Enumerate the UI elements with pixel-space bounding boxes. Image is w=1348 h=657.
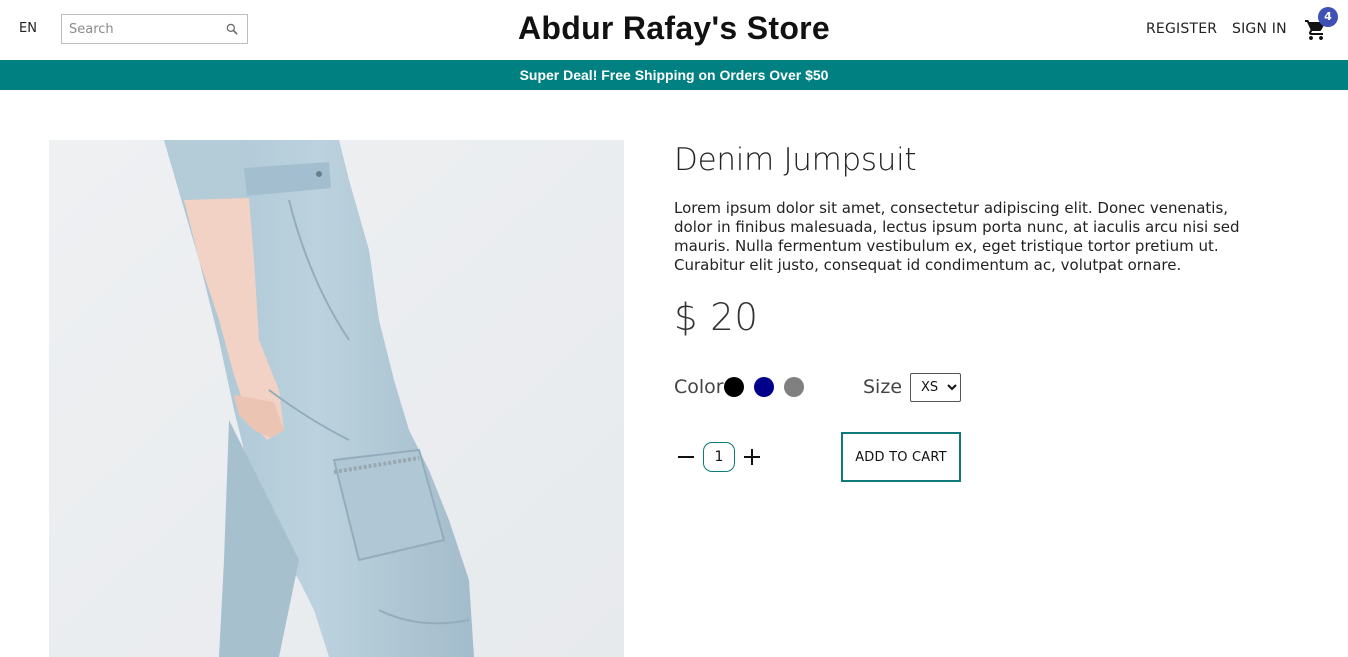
- store-title[interactable]: Abdur Rafay's Store: [518, 10, 830, 46]
- minus-icon[interactable]: [674, 445, 698, 469]
- search-box: [61, 14, 248, 44]
- product-description: Lorem ipsum dolor sit amet, consectetur …: [674, 199, 1240, 274]
- product-title: Denim Jumpsuit: [674, 142, 917, 178]
- add-to-cart-button[interactable]: ADD TO CART: [841, 432, 961, 482]
- quantity-value: 1: [703, 442, 735, 472]
- search-input[interactable]: [62, 15, 222, 43]
- signin-link[interactable]: SIGN IN: [1232, 21, 1287, 37]
- color-swatch-dark-blue[interactable]: [754, 377, 774, 397]
- language-selector[interactable]: EN: [19, 21, 37, 36]
- register-link[interactable]: REGISTER: [1146, 21, 1217, 37]
- size-label: Size: [863, 376, 903, 398]
- color-label: Color: [674, 376, 724, 398]
- plus-icon[interactable]: [740, 445, 764, 469]
- cart-button[interactable]: 4: [1303, 7, 1338, 43]
- cart-count-badge: 4: [1318, 7, 1338, 27]
- color-swatch-gray[interactable]: [784, 377, 804, 397]
- product-image: [49, 140, 624, 657]
- search-icon[interactable]: [225, 22, 239, 36]
- size-select[interactable]: XS: [910, 373, 961, 402]
- announcement-bar: Super Deal! Free Shipping on Orders Over…: [0, 60, 1348, 90]
- color-swatch-black[interactable]: [724, 377, 744, 397]
- product-price: $ 20: [674, 296, 759, 339]
- navbar: EN Abdur Rafay's Store REGISTER SIGN IN …: [0, 0, 1348, 60]
- denim-jumpsuit-illustration: [49, 140, 624, 657]
